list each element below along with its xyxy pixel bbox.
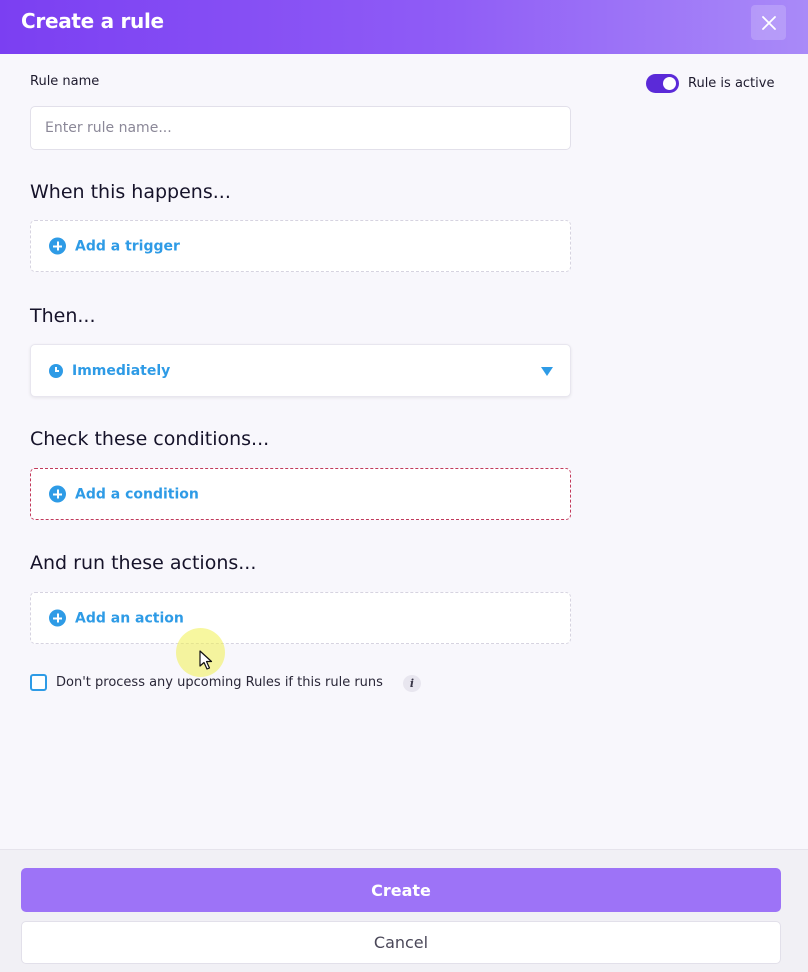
timing-select[interactable]: Immediately — [30, 344, 571, 397]
dialog-header: Create a rule — [0, 0, 808, 54]
close-button[interactable] — [751, 5, 786, 40]
rule-active-toggle[interactable] — [646, 74, 679, 93]
plus-circle-icon — [49, 609, 66, 627]
add-condition-button[interactable]: Add a condition — [30, 468, 571, 520]
add-action-button[interactable]: Add an action — [30, 592, 571, 644]
toggle-knob — [663, 77, 676, 90]
rule-name-label: Rule name — [30, 74, 100, 89]
plus-circle-icon — [49, 237, 66, 255]
conditions-section-title: Check these conditions... — [30, 428, 270, 450]
trigger-section-title: When this happens... — [30, 181, 231, 203]
cancel-button[interactable]: Cancel — [21, 921, 781, 964]
stop-processing-checkbox[interactable] — [30, 674, 47, 691]
rule-name-input[interactable] — [30, 106, 571, 150]
close-icon — [761, 15, 776, 30]
add-trigger-button[interactable]: Add a trigger — [30, 220, 571, 272]
mouse-cursor-icon — [199, 650, 213, 670]
then-section-title: Then... — [30, 305, 96, 327]
timing-selected-value: Immediately — [72, 362, 171, 379]
info-icon[interactable]: i — [403, 675, 421, 692]
caret-down-icon — [541, 367, 553, 376]
rule-active-label: Rule is active — [688, 76, 775, 91]
create-button[interactable]: Create — [21, 868, 781, 912]
actions-section-title: And run these actions... — [30, 552, 257, 574]
clock-icon — [49, 363, 63, 378]
dialog-title: Create a rule — [21, 9, 164, 33]
add-trigger-label: Add a trigger — [75, 238, 180, 254]
plus-circle-icon — [49, 485, 66, 503]
add-condition-label: Add a condition — [75, 486, 199, 502]
add-action-label: Add an action — [75, 610, 184, 626]
stop-processing-label: Don't process any upcoming Rules if this… — [56, 675, 383, 690]
